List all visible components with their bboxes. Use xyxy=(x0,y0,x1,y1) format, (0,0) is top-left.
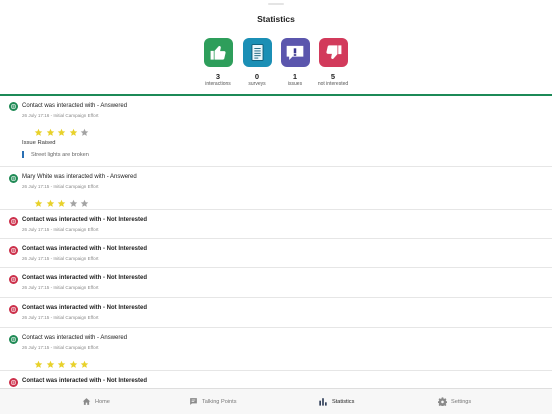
star-filled-icon xyxy=(69,124,78,136)
issue-quote-bar xyxy=(22,151,24,158)
stat-surveys[interactable]: 0 surveys xyxy=(237,38,277,88)
stat-issues[interactable]: 1 issues xyxy=(275,38,315,88)
feed-item-meta: 26 July 17:15 - Initial Campaign Effort xyxy=(22,285,99,290)
tab-talking-points-label: Talking Points xyxy=(202,399,237,405)
tab-statistics[interactable]: Statistics xyxy=(318,389,354,414)
feed-item-meta: 26 July 17:15 - Initial Campaign Effort xyxy=(22,256,99,261)
tab-talking-points[interactable]: Talking Points xyxy=(189,389,237,414)
feed-item[interactable]: Contact was interacted with - Not Intere… xyxy=(0,239,552,268)
thumbs-up-icon xyxy=(203,38,233,67)
star-empty-icon xyxy=(80,124,89,136)
bar-chart-icon xyxy=(318,393,328,411)
star-filled-icon xyxy=(57,356,66,368)
feed-item[interactable]: Contact was interacted with - Not Intere… xyxy=(0,298,552,328)
stat-interactions[interactable]: 3 interactions xyxy=(198,38,238,88)
stat-issues-label: issues xyxy=(287,81,303,87)
feed-item-headline: Contact was interacted with - Not Intere… xyxy=(22,378,148,384)
stat-not-interested-value: 5 xyxy=(330,72,336,81)
feed-item-headline: Contact was interacted with - Answered xyxy=(22,335,128,341)
feed-item[interactable]: Contact was interacted with - Answered 2… xyxy=(0,328,552,371)
not-interested-status-icon xyxy=(9,217,18,226)
feed-item-headline: Contact was interacted with - Answered xyxy=(22,103,128,109)
answered-status-icon xyxy=(9,174,18,183)
stat-not-interested-label: not interested xyxy=(317,81,349,87)
feed-item-headline: Contact was interacted with - Not Intere… xyxy=(22,246,148,252)
feed-item-meta: 26 July 17:15 - Initial Campaign Effort xyxy=(22,184,99,189)
speech-bubble-icon xyxy=(280,38,310,67)
star-filled-icon xyxy=(57,195,66,207)
star-rating xyxy=(34,195,89,207)
document-icon xyxy=(242,38,272,67)
star-filled-icon xyxy=(34,195,43,207)
feed-item-meta: 26 July 17:16 - Initial Campaign Effort xyxy=(22,113,99,118)
stat-interactions-label: interactions xyxy=(205,81,231,87)
answered-status-icon xyxy=(9,102,18,111)
interaction-feed[interactable]: Contact was interacted with - Answered 2… xyxy=(0,96,552,388)
feed-item-meta: 26 July 17:15 - Initial Campaign Effort xyxy=(22,345,99,350)
star-rating xyxy=(34,124,89,136)
star-filled-icon xyxy=(80,356,89,368)
bottom-tab-bar: Home Talking Points Statistics Settings xyxy=(0,388,552,414)
stat-surveys-label: surveys xyxy=(248,81,266,87)
tab-home[interactable]: Home xyxy=(82,389,110,414)
not-interested-status-icon xyxy=(9,275,18,284)
tab-statistics-label: Statistics xyxy=(332,399,355,405)
feed-item-headline: Mary White was interacted with - Answere… xyxy=(22,174,137,180)
stat-issues-value: 1 xyxy=(292,72,298,81)
star-rating xyxy=(34,356,89,368)
feed-item[interactable]: Contact was interacted with - Answered 2… xyxy=(0,96,552,167)
stat-not-interested[interactable]: 5 not interested xyxy=(313,38,353,88)
feed-item[interactable]: Mary White was interacted with - Answere… xyxy=(0,167,552,210)
star-filled-icon xyxy=(34,356,43,368)
not-interested-status-icon xyxy=(9,246,18,255)
chat-icon xyxy=(189,393,198,411)
star-filled-icon xyxy=(46,124,55,136)
stat-surveys-value: 0 xyxy=(254,72,260,81)
feed-item-headline: Contact was interacted with - Not Intere… xyxy=(22,217,148,223)
feed-item[interactable]: Contact was interacted with - Not Intere… xyxy=(0,210,552,239)
page-title: Statistics xyxy=(257,14,295,24)
star-filled-icon xyxy=(34,124,43,136)
tab-settings-label: Settings xyxy=(451,399,472,405)
feed-item-meta: 26 July 17:15 - Initial Campaign Effort xyxy=(22,227,99,232)
not-interested-status-icon xyxy=(9,378,18,387)
feed-item-headline: Contact was interacted with - Not Intere… xyxy=(22,305,148,311)
star-empty-icon xyxy=(69,195,78,207)
star-filled-icon xyxy=(46,195,55,207)
issue-text: Street lights are broken xyxy=(31,152,89,158)
feed-item[interactable]: Contact was interacted with - Not Intere… xyxy=(0,371,552,388)
star-filled-icon xyxy=(69,356,78,368)
feed-item-meta: 26 July 17:15 - Initial Campaign Effort xyxy=(22,315,99,320)
tab-home-label: Home xyxy=(95,399,110,405)
feed-item[interactable]: Contact was interacted with - Not Intere… xyxy=(0,268,552,298)
star-filled-icon xyxy=(57,124,66,136)
thumbs-down-icon xyxy=(318,38,348,67)
stat-interactions-value: 3 xyxy=(215,72,221,81)
answered-status-icon xyxy=(9,335,18,344)
feed-item-headline: Contact was interacted with - Not Intere… xyxy=(22,275,148,281)
gear-icon xyxy=(437,393,448,411)
star-empty-icon xyxy=(80,195,89,207)
home-icon xyxy=(82,393,91,411)
not-interested-status-icon xyxy=(9,305,18,314)
star-filled-icon xyxy=(46,356,55,368)
tab-settings[interactable]: Settings xyxy=(437,389,472,414)
statistics-header: Statistics 3 interactions 0 surveys 1 is… xyxy=(0,0,552,94)
issue-raised-label: Issue Raised xyxy=(22,140,56,146)
